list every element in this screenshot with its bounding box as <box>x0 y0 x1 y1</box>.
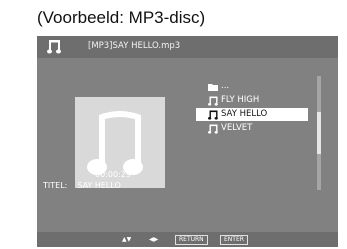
left-right-arrows-icon: ◀▶ <box>149 236 159 243</box>
file-list: ... FLY HIGH SAY HELLO VELVET <box>196 80 308 136</box>
music-note-icon <box>208 96 218 106</box>
folder-icon <box>208 84 218 91</box>
header-bar: [MP3]SAY HELLO.mp3 <box>37 36 338 58</box>
list-item-track-selected[interactable]: SAY HELLO <box>196 108 308 121</box>
list-item-label: VELVET <box>221 123 253 133</box>
list-item-folder[interactable]: ... <box>196 80 308 93</box>
list-item-track[interactable]: VELVET <box>196 122 308 135</box>
up-down-arrows-icon: ▲▼ <box>122 236 132 243</box>
return-button: RETURN <box>175 235 208 245</box>
music-note-icon <box>208 110 218 120</box>
list-item-label: SAY HELLO <box>221 109 268 119</box>
list-item-label: FLY HIGH <box>221 95 260 105</box>
elapsed-time: 00:00:29 <box>95 170 131 179</box>
list-item-track[interactable]: FLY HIGH <box>196 94 308 107</box>
title-value: SAY HELLO <box>77 181 121 190</box>
control-bar: ▲▼ ◀▶ RETURN ENTER <box>37 232 338 247</box>
scrollbar-thumb[interactable] <box>317 112 321 154</box>
enter-button: ENTER <box>220 235 248 245</box>
caption: (Voorbeeld: MP3-disc) <box>37 8 206 27</box>
track-title-row: TITEL: SAY HELLO <box>43 181 121 190</box>
music-note-icon <box>208 124 218 134</box>
file-name: [MP3]SAY HELLO.mp3 <box>88 41 181 51</box>
player-screen: [MP3]SAY HELLO.mp3 00:00:29 TITEL: SAY HE… <box>37 36 338 247</box>
title-label: TITEL: <box>43 181 68 190</box>
music-note-icon <box>47 40 61 54</box>
list-item-label: ... <box>221 81 230 91</box>
